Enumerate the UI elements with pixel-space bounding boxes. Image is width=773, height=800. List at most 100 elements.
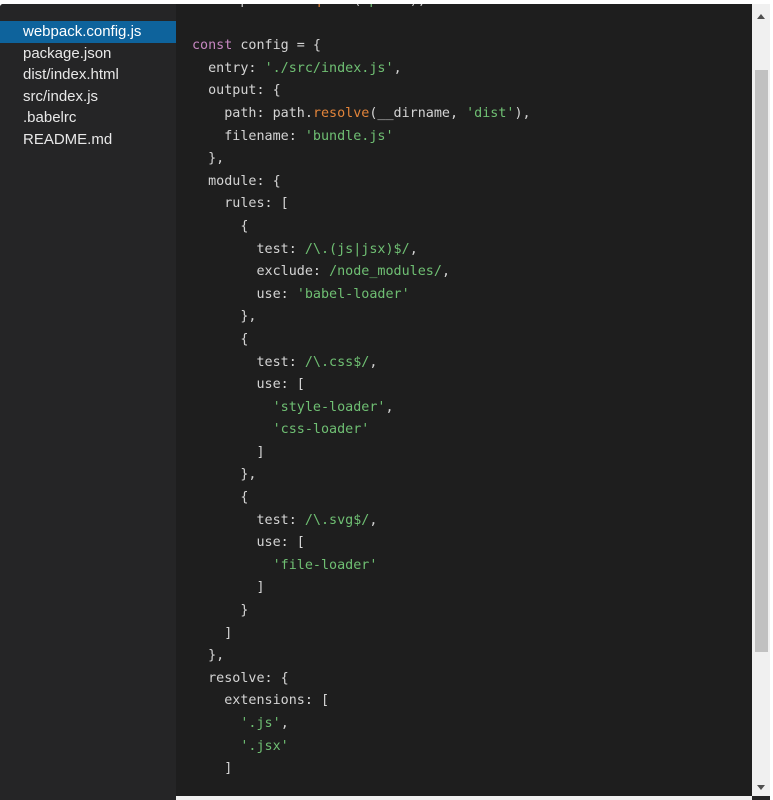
code-token: filename: bbox=[192, 128, 305, 144]
code-line: ] bbox=[192, 577, 531, 600]
file-item[interactable]: .babelrc bbox=[0, 107, 176, 129]
code-token: require bbox=[297, 4, 353, 8]
code-token: resolve bbox=[312, 105, 370, 121]
code-token: const bbox=[192, 4, 232, 8]
file-list: webpack.config.js package.json dist/index.… bbox=[0, 21, 176, 150]
file-item[interactable]: README.md bbox=[0, 129, 176, 151]
file-item[interactable]: package.json bbox=[0, 43, 176, 65]
code-line: ] bbox=[192, 442, 531, 465]
code-line: ] bbox=[192, 758, 531, 781]
code-token: use: bbox=[192, 286, 297, 302]
code-content[interactable]: const path = require('path'); const conf… bbox=[192, 4, 531, 781]
app-window: webpack.config.js package.json dist/index.… bbox=[0, 4, 770, 800]
code-token: const bbox=[192, 38, 233, 54]
code-token: ] bbox=[192, 444, 265, 460]
code-token: ), bbox=[514, 105, 531, 121]
code-token: 'path' bbox=[361, 4, 409, 8]
code-line: { bbox=[192, 487, 531, 510]
code-token: }, bbox=[192, 648, 225, 664]
code-token: output: { bbox=[192, 83, 281, 99]
code-token: /node_modules/ bbox=[329, 264, 442, 280]
file-item[interactable]: src/index.js bbox=[0, 86, 176, 108]
scroll-up-arrow-icon[interactable] bbox=[757, 14, 765, 19]
code-line: filename: 'bundle.js' bbox=[192, 126, 531, 149]
code-token: './src/index.js' bbox=[264, 60, 394, 76]
code-token: , bbox=[385, 399, 394, 415]
code-token: }, bbox=[192, 309, 257, 325]
code-line: { bbox=[192, 329, 531, 352]
code-token: use: [ bbox=[192, 535, 305, 551]
code-line: }, bbox=[192, 148, 531, 171]
code-line: extensions: [ bbox=[192, 690, 531, 713]
horizontal-scrollbar[interactable] bbox=[176, 796, 752, 800]
code-token: /\.svg$/ bbox=[304, 512, 370, 528]
code-line: ] bbox=[192, 623, 531, 646]
code-token: { bbox=[192, 218, 249, 234]
code-token: }, bbox=[192, 467, 257, 483]
code-token: module: { bbox=[192, 173, 281, 189]
code-token: (__dirname, bbox=[369, 105, 467, 121]
code-token: rules: [ bbox=[192, 196, 289, 212]
code-line: path: path.resolve(__dirname, 'dist'), bbox=[192, 103, 531, 126]
code-token: , bbox=[441, 264, 450, 280]
code-line: const path = require('path'); bbox=[192, 4, 531, 13]
code-line: use: [ bbox=[192, 374, 531, 397]
code-token: /\.(js|jsx)$/ bbox=[304, 241, 410, 257]
file-item[interactable]: dist/index.html bbox=[0, 64, 176, 86]
code-line: }, bbox=[192, 464, 531, 487]
code-token: ); bbox=[410, 4, 426, 8]
code-token: config = { bbox=[232, 38, 321, 54]
code-token: , bbox=[393, 60, 402, 76]
code-token: path = bbox=[232, 4, 297, 8]
code-line: '.js', bbox=[192, 713, 531, 736]
code-token: test: bbox=[192, 241, 305, 257]
scrollbar-thumb[interactable] bbox=[755, 70, 768, 652]
code-token: 'babel-loader' bbox=[296, 286, 410, 302]
code-token: resolve: { bbox=[192, 670, 289, 686]
code-token: 'dist' bbox=[466, 105, 515, 121]
code-token: 'bundle.js' bbox=[304, 128, 394, 144]
code-token: '.js' bbox=[240, 716, 281, 731]
code-token: '.jsx' bbox=[240, 738, 289, 754]
code-token: 'file-loader' bbox=[272, 557, 378, 573]
code-token: path: path. bbox=[192, 105, 313, 121]
code-token: exclude: bbox=[192, 264, 330, 280]
code-token: ] bbox=[192, 761, 233, 777]
code-line: entry: './src/index.js', bbox=[192, 58, 531, 81]
code-token: 'style-loader' bbox=[272, 399, 386, 415]
code-token: , bbox=[369, 354, 378, 370]
code-line: use: 'babel-loader' bbox=[192, 284, 531, 307]
code-line: exclude: /node_modules/, bbox=[192, 261, 531, 284]
vertical-scrollbar[interactable] bbox=[752, 4, 770, 796]
code-line: { bbox=[192, 216, 531, 239]
code-line: 'file-loader' bbox=[192, 555, 531, 578]
file-item[interactable]: webpack.config.js bbox=[0, 21, 176, 43]
code-editor[interactable]: const path = require('path'); const conf… bbox=[176, 4, 752, 796]
code-token: , bbox=[409, 241, 418, 257]
code-line: }, bbox=[192, 306, 531, 329]
file-explorer: webpack.config.js package.json dist/index.… bbox=[0, 4, 176, 800]
code-line: }, bbox=[192, 645, 531, 668]
code-token: ] bbox=[192, 580, 265, 596]
code-token: }, bbox=[192, 151, 225, 167]
code-token: 'css-loader' bbox=[272, 422, 370, 438]
scroll-down-arrow-icon[interactable] bbox=[757, 785, 765, 790]
code-line: 'css-loader' bbox=[192, 419, 531, 442]
code-token: , bbox=[369, 512, 378, 528]
code-line: 'style-loader', bbox=[192, 397, 531, 420]
code-line: module: { bbox=[192, 171, 531, 194]
code-token: /\.css$/ bbox=[304, 354, 370, 370]
code-line: rules: [ bbox=[192, 193, 531, 216]
code-token: use: [ bbox=[192, 377, 305, 393]
code-line: test: /\.svg$/, bbox=[192, 510, 531, 533]
code-line: use: [ bbox=[192, 532, 531, 555]
code-token: , bbox=[280, 716, 289, 731]
code-line: '.jsx' bbox=[192, 736, 531, 759]
code-token: test: bbox=[192, 354, 305, 370]
